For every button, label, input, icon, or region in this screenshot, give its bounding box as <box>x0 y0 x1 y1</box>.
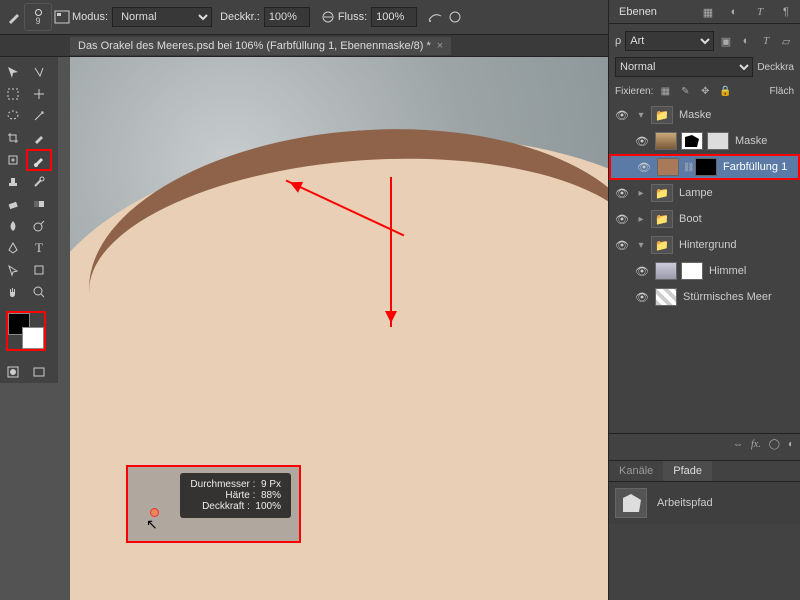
tool-preset-icon[interactable] <box>4 7 24 27</box>
document-tab[interactable]: Das Orakel des Meeres.psd bei 106% (Farb… <box>70 37 451 55</box>
quickmask-toggle[interactable] <box>0 361 26 383</box>
layer-himmel[interactable]: 👁 Himmel <box>609 258 800 284</box>
cursor-icon: ↖ <box>146 516 158 533</box>
link-layers-icon[interactable]: ⇔ <box>733 439 743 450</box>
layer-blend-select[interactable]: Normal <box>615 57 753 77</box>
gradient-tool[interactable] <box>26 193 52 215</box>
lock-position-icon[interactable]: ✥ <box>697 83 713 99</box>
filter-shape-icon[interactable]: ▱ <box>778 33 794 49</box>
tool-palette: T <box>0 57 58 383</box>
folder-icon: 📁 <box>651 236 673 254</box>
paragraph-icon[interactable]: ¶ <box>778 4 794 20</box>
layer-group-boot[interactable]: 👁▸ 📁 Boot <box>609 206 800 232</box>
blend-mode-label: Modus: <box>72 11 108 23</box>
move-arrow-tool[interactable] <box>26 83 52 105</box>
artboard-tool[interactable] <box>26 61 52 83</box>
pressure-opacity-icon[interactable] <box>318 7 338 27</box>
stamp-tool[interactable] <box>0 171 26 193</box>
layer-group-maske[interactable]: 👁▾ 📁 Maske <box>609 102 800 128</box>
history-brush-tool[interactable] <box>26 171 52 193</box>
marquee-tool[interactable] <box>0 83 26 105</box>
shape-tool[interactable] <box>26 259 52 281</box>
visibility-icon[interactable]: 👁 <box>633 135 651 148</box>
move-tool[interactable] <box>0 61 26 83</box>
eyedropper-tool[interactable] <box>26 127 52 149</box>
channels-tab[interactable]: Kanäle <box>609 461 663 481</box>
brush-hud: Durchmesser : 9 Px Härte : 88% Deckkraft… <box>180 473 291 518</box>
layer-stuermisches-meer[interactable]: 👁 Stürmisches Meer <box>609 284 800 310</box>
fill-short-label: Fläch <box>770 86 794 97</box>
document-title: Das Orakel des Meeres.psd bei 106% (Farb… <box>78 40 431 52</box>
filter-image-icon[interactable]: ▣ <box>718 33 734 49</box>
brush-tool[interactable] <box>26 149 52 171</box>
lock-label: Fixieren: <box>615 86 653 97</box>
screenmode-toggle[interactable] <box>26 361 52 383</box>
pen-tool[interactable] <box>0 237 26 259</box>
brush-info-highlight: Durchmesser : 9 Px Härte : 88% Deckkraft… <box>126 465 301 543</box>
blur-tool[interactable] <box>0 215 26 237</box>
lock-transparency-icon[interactable]: ▦ <box>657 83 673 99</box>
layers-list: 👁▾ 📁 Maske 👁 Maske 👁 ⛓ Farbfüllung 1 👁▸ … <box>609 102 800 310</box>
lock-paint-icon[interactable]: ✎ <box>677 83 693 99</box>
visibility-icon[interactable]: 👁 <box>613 109 631 122</box>
layer-group-lampe[interactable]: 👁▸ 📁 Lampe <box>609 180 800 206</box>
type-tool[interactable]: T <box>26 237 52 259</box>
filter-type-icon[interactable]: T <box>758 33 774 49</box>
opacity-label: Deckkr.: <box>220 11 260 23</box>
brush-panel-toggle-icon[interactable] <box>52 7 72 27</box>
path-name: Arbeitspfad <box>655 497 713 509</box>
path-select-tool[interactable] <box>0 259 26 281</box>
path-thumbnail <box>615 488 647 518</box>
brush-size-dropdown[interactable]: 9 <box>24 3 52 31</box>
folder-icon: 📁 <box>651 106 673 124</box>
layer-group-hintergrund[interactable]: 👁▾ 📁 Hintergrund <box>609 232 800 258</box>
layers-panel-tab[interactable]: Ebenen <box>609 2 667 22</box>
airbrush-icon[interactable] <box>425 7 445 27</box>
type-panel-icon[interactable]: T <box>752 4 768 20</box>
quick-select-tool[interactable] <box>26 105 52 127</box>
eraser-tool[interactable] <box>0 193 26 215</box>
lasso-tool[interactable] <box>0 105 26 127</box>
close-icon[interactable]: × <box>437 40 443 52</box>
hand-tool[interactable] <box>0 281 26 303</box>
opacity-short-label: Deckkra <box>757 62 794 73</box>
visibility-icon[interactable]: 👁 <box>613 213 631 226</box>
paths-tab[interactable]: Pfade <box>663 461 712 481</box>
folder-icon: 📁 <box>651 210 673 228</box>
zoom-tool[interactable] <box>26 281 52 303</box>
background-color[interactable] <box>22 327 44 349</box>
visibility-icon[interactable]: 👁 <box>613 239 631 252</box>
filter-prefix: ρ <box>615 35 621 47</box>
layer-farbfuellung-1[interactable]: 👁 ⛓ Farbfüllung 1 <box>609 154 800 180</box>
path-row[interactable]: Arbeitspfad <box>609 482 800 524</box>
visibility-icon[interactable]: 👁 <box>633 265 651 278</box>
lock-all-icon[interactable]: 🔒 <box>717 83 733 99</box>
panel-icon[interactable]: ▦ <box>700 4 716 20</box>
opacity-input[interactable] <box>264 7 310 27</box>
blend-mode-select[interactable]: Normal <box>112 7 212 27</box>
layer-maske[interactable]: 👁 Maske <box>609 128 800 154</box>
annotation-arrow <box>390 177 392 327</box>
visibility-icon[interactable]: 👁 <box>613 187 631 200</box>
adjustment-layer-icon[interactable]: ◐ <box>788 439 794 450</box>
folder-icon: 📁 <box>651 184 673 202</box>
flow-input[interactable] <box>371 7 417 27</box>
layer-mask-icon[interactable]: ◯ <box>769 439 780 450</box>
link-icon[interactable]: ⛓ <box>683 162 691 173</box>
filter-adjust-icon[interactable]: ◐ <box>738 33 754 49</box>
brush-size-value: 9 <box>35 16 40 26</box>
visibility-icon[interactable]: 👁 <box>633 291 651 304</box>
adjustments-icon[interactable]: ◐ <box>726 4 742 20</box>
healing-tool[interactable] <box>0 149 26 171</box>
color-swatches[interactable] <box>6 311 46 351</box>
dodge-tool[interactable] <box>26 215 52 237</box>
layer-fx-icon[interactable]: fx. <box>751 439 761 450</box>
visibility-icon[interactable]: 👁 <box>635 161 653 174</box>
crop-tool[interactable] <box>0 127 26 149</box>
pressure-size-icon[interactable] <box>445 7 465 27</box>
layer-filter-select[interactable]: Art <box>625 31 714 51</box>
flow-label: Fluss: <box>338 11 367 23</box>
